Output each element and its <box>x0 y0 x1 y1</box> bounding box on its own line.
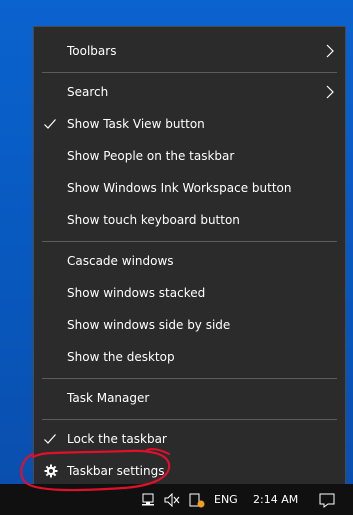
menu-item-windows-stacked[interactable]: Show windows stacked <box>34 277 345 309</box>
chevron-right-icon <box>326 44 334 58</box>
menu-item-show-task-view[interactable]: Show Task View button <box>34 108 345 140</box>
menu-item-show-people[interactable]: Show People on the taskbar <box>34 140 345 172</box>
menu-item-search[interactable]: Search <box>34 76 345 108</box>
menu-item-show-touch-keyboard[interactable]: Show touch keyboard button <box>34 204 345 236</box>
menu-item-label: Show windows side by side <box>67 318 231 332</box>
network-icon[interactable] <box>140 484 156 515</box>
menu-item-toolbars[interactable]: Toolbars <box>34 35 345 67</box>
menu-separator <box>42 241 337 242</box>
chevron-right-icon <box>326 85 334 99</box>
menu-item-cascade-windows[interactable]: Cascade windows <box>34 245 345 277</box>
menu-item-lock-taskbar[interactable]: Lock the taskbar <box>34 423 345 455</box>
menu-item-label: Cascade windows <box>67 254 174 268</box>
menu-item-label: Show the desktop <box>67 350 175 364</box>
language-indicator[interactable]: ENG <box>214 484 238 515</box>
checkmark-icon <box>44 119 56 129</box>
menu-item-taskbar-settings[interactable]: Taskbar settings <box>34 455 345 487</box>
checkmark-icon <box>44 434 56 444</box>
menu-item-label: Show Windows Ink Workspace button <box>67 181 292 195</box>
menu-item-label: Search <box>67 85 109 99</box>
action-center-icon[interactable] <box>318 484 336 515</box>
menu-item-label: Task Manager <box>67 391 150 405</box>
menu-item-label: Toolbars <box>67 44 117 58</box>
gear-icon <box>44 464 58 478</box>
clock-time: 2:14 AM <box>253 493 299 506</box>
menu-item-show-desktop[interactable]: Show the desktop <box>34 341 345 373</box>
battery-warning-icon[interactable] <box>188 484 206 515</box>
taskbar-context-menu: Toolbars Search Show Task View button Sh… <box>33 26 346 488</box>
menu-item-label: Taskbar settings <box>67 464 165 478</box>
menu-item-task-manager[interactable]: Task Manager <box>34 382 345 414</box>
menu-item-label: Show Task View button <box>67 117 205 131</box>
volume-muted-icon[interactable] <box>163 484 181 515</box>
menu-separator <box>42 72 337 73</box>
menu-separator <box>42 378 337 379</box>
menu-separator <box>42 419 337 420</box>
taskbar: ENG 2:14 AM <box>0 484 353 515</box>
menu-item-label: Lock the taskbar <box>67 432 167 446</box>
menu-item-show-ink-workspace[interactable]: Show Windows Ink Workspace button <box>34 172 345 204</box>
menu-item-label: Show People on the taskbar <box>67 149 235 163</box>
language-label: ENG <box>214 493 238 506</box>
clock[interactable]: 2:14 AM <box>253 484 298 515</box>
menu-item-label: Show touch keyboard button <box>67 213 240 227</box>
menu-item-windows-side-by-side[interactable]: Show windows side by side <box>34 309 345 341</box>
menu-item-label: Show windows stacked <box>67 286 206 300</box>
